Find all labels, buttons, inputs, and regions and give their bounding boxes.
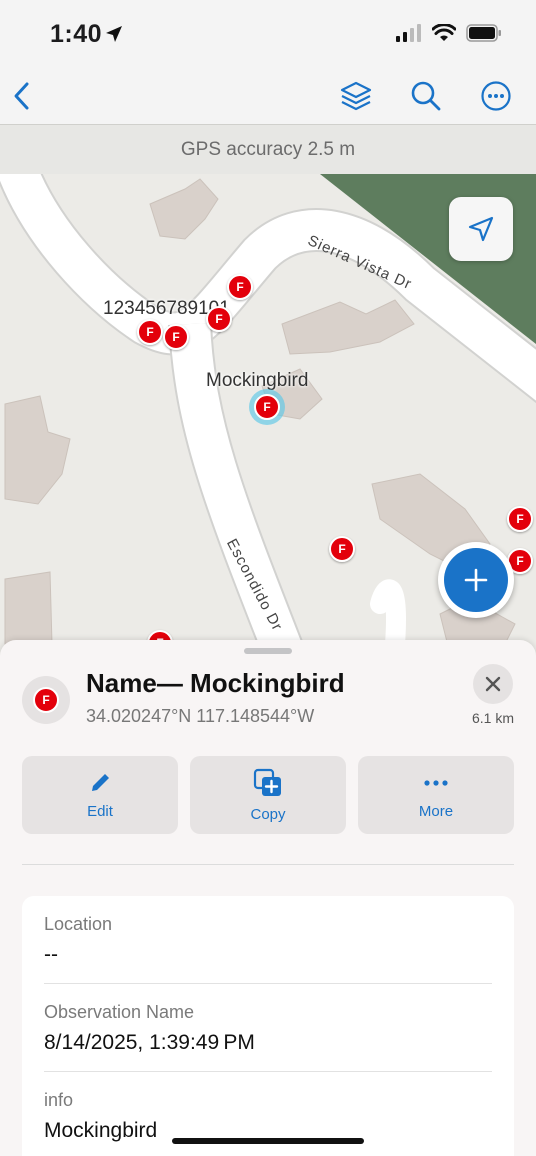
add-feature-button-inner xyxy=(444,548,508,612)
field-observation-name: Observation Name 8/14/2025, 1:39:49 PM xyxy=(44,984,492,1072)
add-feature-button[interactable] xyxy=(438,542,514,618)
close-button[interactable] xyxy=(473,664,513,704)
pencil-icon xyxy=(92,773,109,791)
action-row: Edit Copy More xyxy=(22,756,514,834)
more-button[interactable] xyxy=(476,76,516,116)
navigate-button[interactable] xyxy=(449,197,513,261)
back-chevron-icon xyxy=(14,82,29,110)
search-button[interactable] xyxy=(406,76,446,116)
field-value: 8/14/2025, 1:39:49 PM xyxy=(44,1031,255,1054)
search-icon xyxy=(411,81,441,111)
map-view[interactable]: Sierra Vista Dr Escondido Dr 12345678910… xyxy=(0,174,536,674)
feature-symbol-marker: F xyxy=(33,687,59,713)
status-bar: 1:40 xyxy=(0,0,536,68)
divider xyxy=(22,864,514,865)
map-marker[interactable]: F xyxy=(507,506,533,532)
map-marker[interactable]: F xyxy=(329,536,355,562)
feature-title: Name— Mockingbird xyxy=(86,668,345,698)
feature-distance: 6.1 km xyxy=(471,710,514,726)
attribute-list: Location -- Observation Name 8/14/2025, … xyxy=(22,896,514,1156)
map-label-selected: Mockingbird xyxy=(206,370,309,391)
more-label: More xyxy=(418,802,454,820)
edit-label: Edit xyxy=(87,802,113,820)
battery-icon xyxy=(466,24,501,42)
map-marker-selected[interactable]: F xyxy=(254,394,280,420)
ellipsis-icon xyxy=(424,779,448,786)
nav-bar xyxy=(0,68,536,124)
back-button[interactable] xyxy=(2,76,42,116)
signal-icon xyxy=(396,24,421,42)
navigate-icon xyxy=(468,216,494,242)
copy-icon xyxy=(253,768,281,796)
plus-icon xyxy=(464,568,488,592)
field-label: Location xyxy=(44,914,113,934)
map-marker[interactable]: F xyxy=(227,274,253,300)
map-marker[interactable]: F xyxy=(163,324,189,350)
status-indicators xyxy=(396,24,502,42)
wifi-icon xyxy=(432,24,456,41)
location-arrow-icon xyxy=(106,26,122,42)
close-icon xyxy=(485,676,501,692)
feature-coordinates: 34.020247°N 117.148544°W xyxy=(86,706,315,726)
home-indicator[interactable] xyxy=(172,1138,364,1144)
copy-label: Copy xyxy=(250,805,286,823)
field-label: info xyxy=(44,1090,74,1110)
copy-button[interactable]: Copy xyxy=(190,756,346,834)
gps-accuracy-banner: GPS accuracy 2.5 m xyxy=(0,124,536,174)
edit-button[interactable]: Edit xyxy=(22,756,178,834)
layers-icon xyxy=(340,81,372,111)
field-label: Observation Name xyxy=(44,1002,195,1022)
layers-button[interactable] xyxy=(336,76,376,116)
feature-sheet: F Name— Mockingbird 34.020247°N 117.1485… xyxy=(0,640,536,1156)
more-icon xyxy=(481,81,511,111)
status-time: 1:40 xyxy=(50,20,103,48)
map-marker[interactable]: F xyxy=(137,319,163,345)
feature-symbol: F xyxy=(22,676,70,724)
more-actions-button[interactable]: More xyxy=(358,756,514,834)
field-location: Location -- xyxy=(44,896,492,984)
field-value: -- xyxy=(44,943,58,966)
map-marker[interactable]: F xyxy=(206,306,232,332)
sheet-grabber[interactable] xyxy=(244,648,292,654)
